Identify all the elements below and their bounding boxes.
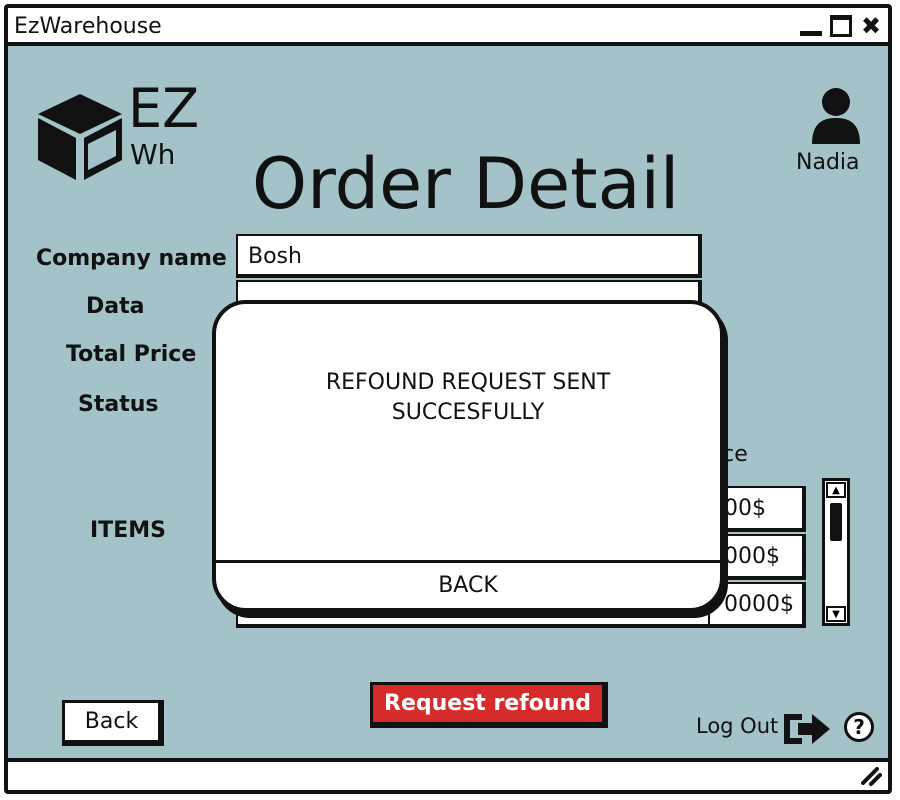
company-name-field[interactable]: Bosh [236,234,702,278]
dialog-message-line1: REFOUND REQUEST SENT [325,370,611,395]
scroll-thumb[interactable] [830,503,842,541]
user-icon[interactable] [810,86,862,146]
resize-handle-icon[interactable] [860,766,882,786]
scroll-up-icon[interactable]: ▲ [826,482,846,498]
main-content: EZ Wh Nadia Order Detail Company name Bo… [8,46,888,758]
dialog-message-line2: SUCCESFULLY [391,400,545,425]
label-total-price: Total Price [66,342,197,367]
window-title: EzWarehouse [14,14,162,39]
title-bar: EzWarehouse ✖ [8,8,888,46]
request-refund-button[interactable]: Request refound [370,682,608,728]
maximize-icon[interactable] [830,15,852,37]
logout-icon[interactable] [780,710,834,748]
logout-link[interactable]: Log Out [696,714,778,738]
status-bar [8,758,888,790]
user-name: Nadia [796,150,860,175]
close-icon[interactable]: ✖ [860,14,882,38]
back-button[interactable]: Back [62,700,164,746]
page-title: Order Detail [252,143,680,225]
logo-text-wh: Wh [130,138,176,171]
scroll-down-icon[interactable]: ▼ [826,606,846,622]
minimize-icon[interactable] [800,16,822,36]
label-status: Status [78,392,159,417]
label-date: Data [86,294,145,319]
logo-text-ez: EZ [128,77,200,140]
app-window: EzWarehouse ✖ EZ Wh Nadia Order Detail C… [4,4,892,794]
price-cell: 0000$ [708,582,806,628]
help-icon[interactable]: ? [844,712,874,742]
dialog-back-button[interactable]: BACK [216,566,720,606]
items-scrollbar[interactable]: ▲ ▼ [822,478,850,626]
refund-success-dialog: REFOUND REQUEST SENT SUCCESFULLY BACK [212,300,724,612]
label-company-name: Company name [36,246,227,271]
label-items: ITEMS [90,518,166,543]
dialog-divider [216,560,720,563]
box-icon [38,94,122,180]
dialog-message: REFOUND REQUEST SENT SUCCESFULLY [216,368,720,428]
